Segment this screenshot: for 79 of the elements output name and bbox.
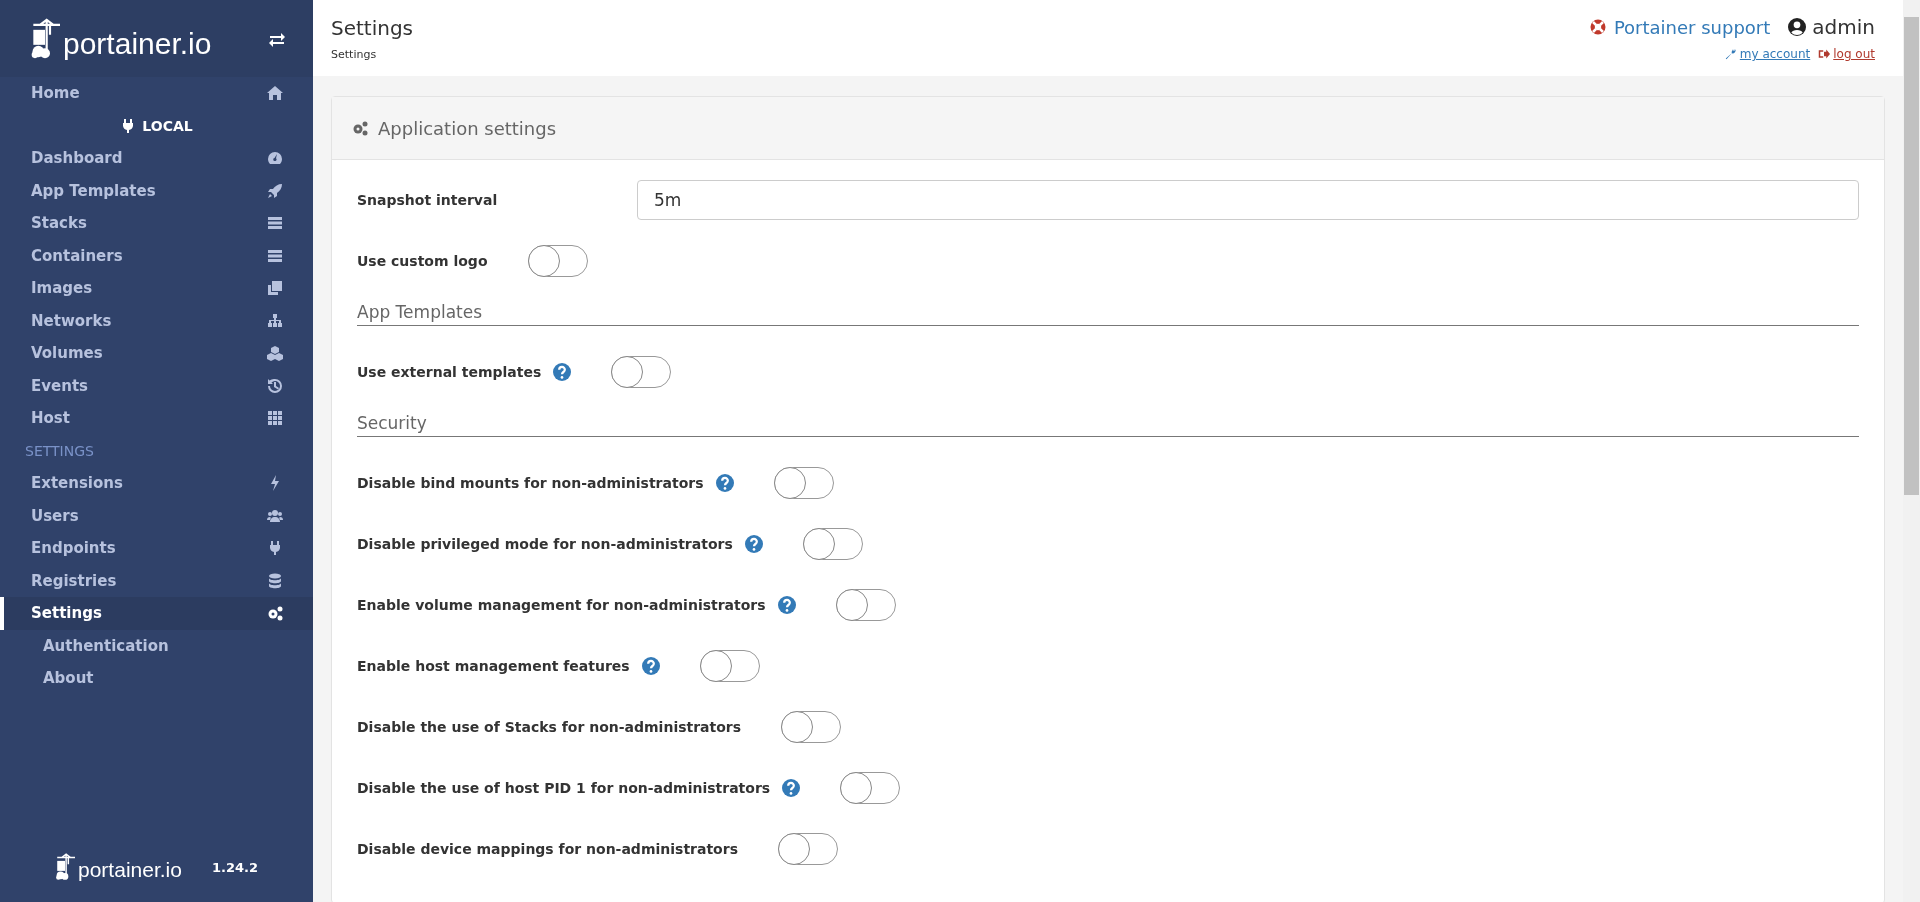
nav-item[interactable]: Stacks [0,207,313,240]
field-label: Disable the use of Stacks for non-administrators [357,719,742,735]
list-icon [267,215,283,232]
copy-icon [267,280,283,297]
plug-icon [267,540,283,557]
my-account-link[interactable]: my account [1724,47,1811,61]
breadcrumb: Settings [331,48,378,61]
sitemap-icon [267,312,283,329]
help-icon [777,596,796,614]
database-icon [267,572,283,589]
nav-item[interactable]: Registries [0,564,313,597]
version-label: 1.24.2 [211,859,258,875]
nav-item[interactable]: Dashboard [0,142,313,175]
log-out-link[interactable]: log out [1818,47,1875,61]
field-label: Disable device mappings for non-administrators [357,841,738,857]
swap-icon [269,30,285,47]
nav-item[interactable]: Endpoints [0,532,313,565]
crane-logo-icon [30,16,60,61]
toggle-switch[interactable] [699,650,760,682]
help-icon [553,363,572,381]
toggle-switch[interactable] [527,245,588,277]
field-label: Use custom logo [357,253,488,269]
field-label: Enable host management features [357,658,630,674]
page-title: Settings [331,16,414,40]
toggle-switch[interactable] [802,528,863,560]
nav-subitem[interactable]: About [0,662,313,695]
home-icon [267,85,283,102]
endpoint-name: LOCAL [142,117,193,134]
history-icon [267,377,283,394]
support-link[interactable]: Portainer support [1589,16,1771,38]
nav-item[interactable]: Images [0,272,313,305]
field-label: Disable the use of host PID 1 for non-administrators [357,780,771,796]
field-label: Use external templates [357,364,542,380]
user-icon [1788,18,1807,36]
nav-item[interactable]: Users [0,499,313,532]
field-label: Enable volume management for non-administrators [357,597,766,613]
toggle-switch[interactable] [777,833,838,865]
toggle-switch[interactable] [840,772,901,804]
help-icon [715,474,734,492]
nav-item[interactable]: Home [0,77,313,110]
sign-out-icon [1818,48,1831,60]
toggle-switch[interactable] [611,356,672,388]
logo-text: portainer.io [63,26,212,61]
nav-subitem[interactable]: Authentication [0,629,313,662]
help-icon [641,657,660,675]
logo-text: portainer.io [78,858,182,882]
nav-item[interactable]: App Templates [0,174,313,207]
nav-item[interactable]: Containers [0,239,313,272]
nav-item[interactable]: Networks [0,304,313,337]
panel-title: Application settings [378,117,557,139]
user-name: admin [1812,15,1875,39]
field-label: Disable privileged mode for non-administrators [357,536,733,552]
nav-item[interactable]: Host [0,402,313,435]
toggle-switch[interactable] [835,589,896,621]
section-title: SETTINGS [24,441,95,461]
server-icon [267,247,283,264]
nav-item[interactable]: Events [0,369,313,402]
lifebuoy-icon [1589,19,1606,35]
crane-logo-icon [55,852,75,882]
field-label: Snapshot interval [357,192,499,208]
field-label: Disable bind mounts for non-administrators [357,475,704,491]
nav-item[interactable]: Settings [0,597,313,630]
users-icon [267,507,283,524]
section-heading: Security [357,413,1859,437]
wrench-icon [1724,48,1737,60]
rocket-icon [267,182,283,199]
nav-item[interactable]: Volumes [0,337,313,370]
section-heading: App Templates [357,302,1859,326]
nav-item[interactable]: Extensions [0,467,313,500]
input-field[interactable]: 5m [637,180,1859,220]
help-icon [744,535,763,553]
help-icon [782,779,801,797]
gears-icon [352,120,368,136]
gauge-icon [267,150,283,167]
grid-icon [267,410,283,427]
cubes-icon [267,345,283,362]
gears-icon [267,605,283,622]
toggle-switch[interactable] [781,711,842,743]
toggle-switch[interactable] [773,467,834,499]
